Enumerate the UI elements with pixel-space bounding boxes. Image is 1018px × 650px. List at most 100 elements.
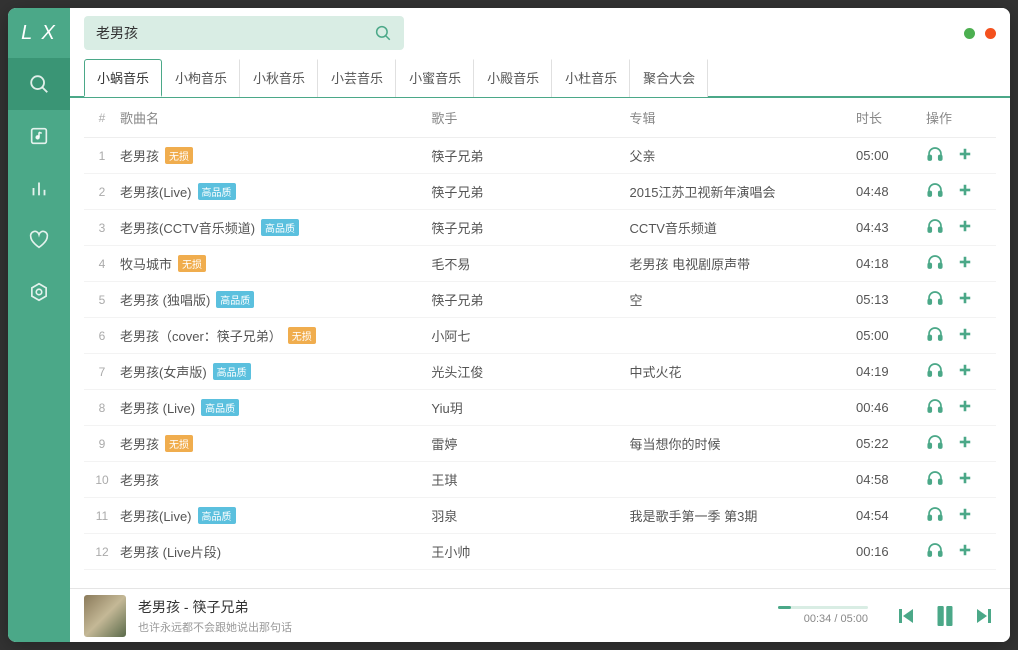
- player-controls: [894, 601, 996, 631]
- table-row[interactable]: 5老男孩 (独唱版)高品质筷子兄弟空05:13: [84, 282, 996, 318]
- table-row[interactable]: 12老男孩 (Live片段)王小帅00:16: [84, 534, 996, 570]
- plus-icon: [956, 541, 974, 562]
- row-name: 老男孩无损: [120, 146, 431, 165]
- source-tab[interactable]: 聚合大会: [630, 59, 708, 97]
- row-album: CCTV音乐频道: [630, 218, 856, 237]
- pause-button[interactable]: [930, 601, 960, 631]
- table-row[interactable]: 1老男孩无损筷子兄弟父亲05:00: [84, 138, 996, 174]
- search-input[interactable]: [96, 25, 374, 41]
- nav-playlist[interactable]: [8, 110, 70, 162]
- search-button[interactable]: [374, 24, 392, 42]
- song-title: 老男孩(女声版): [120, 362, 207, 381]
- add-action[interactable]: [956, 145, 974, 166]
- nav-ranking[interactable]: [8, 162, 70, 214]
- close-button[interactable]: [985, 28, 996, 39]
- row-index: 9: [84, 437, 120, 451]
- row-index: 12: [84, 545, 120, 559]
- source-tab[interactable]: 小杜音乐: [552, 59, 630, 97]
- add-action[interactable]: [956, 541, 974, 562]
- source-tab[interactable]: 小芸音乐: [318, 59, 396, 97]
- play-action[interactable]: [926, 541, 944, 562]
- table-row[interactable]: 9老男孩无损雷婷每当想你的时候05:22: [84, 426, 996, 462]
- add-action[interactable]: [956, 469, 974, 490]
- table-row[interactable]: 8老男孩 (Live)高品质Yiu玥00:46: [84, 390, 996, 426]
- prev-button[interactable]: [894, 604, 918, 628]
- row-name: 老男孩(Live)高品质: [120, 506, 431, 525]
- row-index: 1: [84, 149, 120, 163]
- play-action[interactable]: [926, 181, 944, 202]
- headphones-icon: [926, 397, 944, 418]
- search-box: [84, 16, 404, 50]
- play-action[interactable]: [926, 145, 944, 166]
- play-action[interactable]: [926, 289, 944, 310]
- play-action[interactable]: [926, 433, 944, 454]
- topbar: [70, 8, 1010, 58]
- progress-bar[interactable]: [778, 606, 868, 609]
- minimize-button[interactable]: [964, 28, 975, 39]
- row-operations: [926, 217, 996, 238]
- album-art[interactable]: [84, 595, 126, 637]
- add-action[interactable]: [956, 505, 974, 526]
- table-row[interactable]: 4牧马城市无损毛不易老男孩 电视剧原声带04:18: [84, 246, 996, 282]
- row-operations: [926, 397, 996, 418]
- play-action[interactable]: [926, 253, 944, 274]
- source-tab[interactable]: 小蜜音乐: [396, 59, 474, 97]
- row-name: 老男孩无损: [120, 434, 431, 453]
- add-action[interactable]: [956, 397, 974, 418]
- progress-fill: [778, 606, 791, 609]
- play-action[interactable]: [926, 217, 944, 238]
- table-row[interactable]: 11老男孩(Live)高品质羽泉我是歌手第一季 第3期04:54: [84, 498, 996, 534]
- track-title: 老男孩 - 筷子兄弟: [138, 597, 292, 617]
- play-action[interactable]: [926, 469, 944, 490]
- row-artist: Yiu玥: [431, 398, 629, 417]
- nav-favorites[interactable]: [8, 214, 70, 266]
- next-button[interactable]: [972, 604, 996, 628]
- play-action[interactable]: [926, 505, 944, 526]
- song-title: 老男孩 (Live): [120, 398, 195, 417]
- add-action[interactable]: [956, 217, 974, 238]
- lossless-badge: 无损: [178, 255, 206, 272]
- table-row[interactable]: 6老男孩（cover：筷子兄弟）无损小阿七05:00: [84, 318, 996, 354]
- row-album: 父亲: [630, 146, 856, 165]
- headphones-icon: [926, 253, 944, 274]
- app-logo: L X: [8, 8, 70, 58]
- row-artist: 光头江俊: [431, 362, 629, 381]
- row-operations: [926, 253, 996, 274]
- row-duration: 05:00: [856, 148, 926, 163]
- play-action[interactable]: [926, 325, 944, 346]
- row-name: 牧马城市无损: [120, 254, 431, 273]
- nav-search[interactable]: [8, 58, 70, 110]
- row-duration: 04:18: [856, 256, 926, 271]
- col-duration: 时长: [856, 108, 926, 127]
- headphones-icon: [926, 469, 944, 490]
- row-artist: 雷婷: [431, 434, 629, 453]
- hq-badge: 高品质: [198, 507, 236, 524]
- add-action[interactable]: [956, 253, 974, 274]
- add-action[interactable]: [956, 325, 974, 346]
- row-name: 老男孩: [120, 470, 431, 489]
- source-tab[interactable]: 小秋音乐: [240, 59, 318, 97]
- row-artist: 小阿七: [431, 326, 629, 345]
- row-artist: 筷子兄弟: [431, 182, 629, 201]
- play-action[interactable]: [926, 397, 944, 418]
- row-name: 老男孩 (Live片段): [120, 542, 431, 561]
- source-tab[interactable]: 小枸音乐: [162, 59, 240, 97]
- add-action[interactable]: [956, 361, 974, 382]
- playlist-icon: [28, 125, 50, 147]
- source-tab[interactable]: 小蜗音乐: [84, 59, 162, 97]
- plus-icon: [956, 361, 974, 382]
- add-action[interactable]: [956, 289, 974, 310]
- row-duration: 04:48: [856, 184, 926, 199]
- add-action[interactable]: [956, 181, 974, 202]
- table-row[interactable]: 3老男孩(CCTV音乐频道)高品质筷子兄弟CCTV音乐频道04:43: [84, 210, 996, 246]
- source-tab[interactable]: 小殿音乐: [474, 59, 552, 97]
- table-row[interactable]: 7老男孩(女声版)高品质光头江俊中式火花04:19: [84, 354, 996, 390]
- row-name: 老男孩(Live)高品质: [120, 182, 431, 201]
- headphones-icon: [926, 361, 944, 382]
- nav-settings[interactable]: [8, 266, 70, 318]
- table-row[interactable]: 2老男孩(Live)高品质筷子兄弟2015江苏卫视新年演唱会04:48: [84, 174, 996, 210]
- add-action[interactable]: [956, 433, 974, 454]
- row-operations: [926, 325, 996, 346]
- table-row[interactable]: 10老男孩王琪04:58: [84, 462, 996, 498]
- play-action[interactable]: [926, 361, 944, 382]
